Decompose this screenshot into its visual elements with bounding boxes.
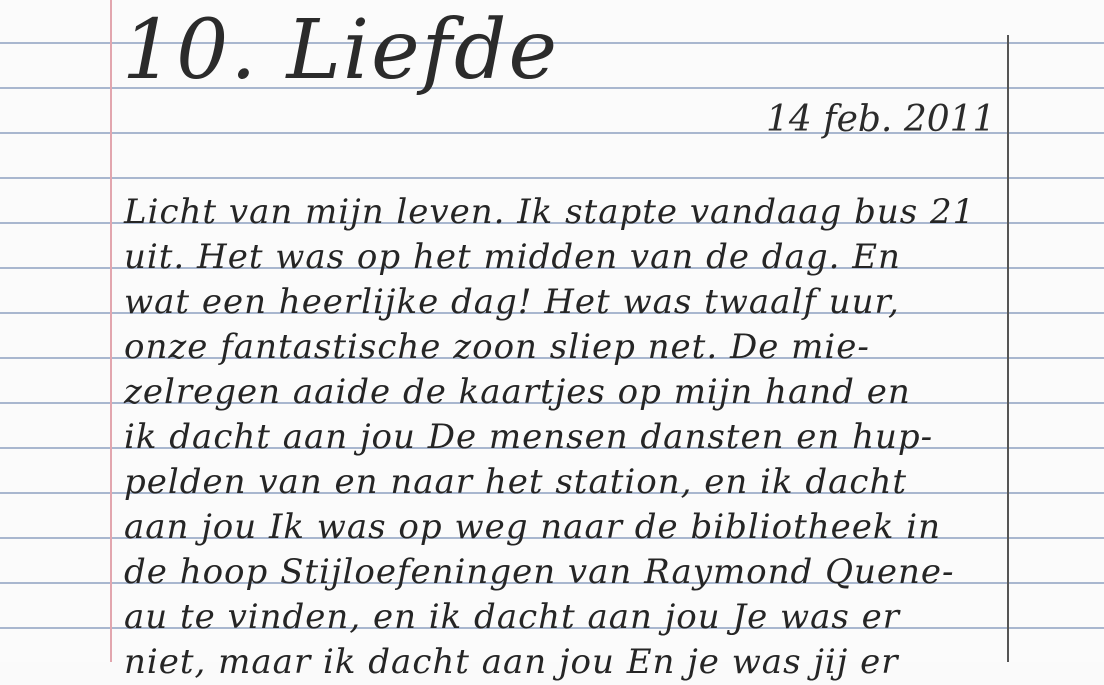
text-line: zelregen aaide de kaartjes op mijn hand …: [124, 372, 911, 412]
text-line: au te vinden, en ik dacht aan jou Je was…: [124, 597, 901, 637]
text-line: pelden van en naar het station, en ik da…: [124, 462, 907, 502]
text-line: niet, maar ik dacht aan jou En je was ji…: [124, 642, 899, 682]
text-line: uit. Het was op het midden van de dag. E…: [124, 237, 901, 277]
entry-title: 10. Liefde: [122, 3, 560, 98]
text-line: onze fantastische zoon sliep net. De mie…: [124, 327, 870, 367]
entry-body: Licht van mijn leven. Ik stapte vandaag …: [124, 190, 1004, 685]
lined-notebook-page: 10. Liefde 14 feb. 2011 Licht van mijn l…: [0, 0, 1104, 682]
text-line: de hoop Stijloefeningen van Raymond Quen…: [124, 552, 955, 592]
left-margin-line: [110, 0, 112, 662]
entry-date: 14 feb. 2011: [766, 99, 996, 140]
text-line: Licht van mijn leven. Ik stapte vandaag …: [124, 192, 976, 232]
right-margin-line: [1007, 35, 1009, 662]
text-line: wat een heerlijke dag! Het was twaalf uu…: [124, 282, 900, 322]
text-line: aan jou Ik was op weg naar de bibliothee…: [124, 507, 942, 547]
text-line: ik dacht aan jou De mensen dansten en hu…: [124, 417, 934, 457]
